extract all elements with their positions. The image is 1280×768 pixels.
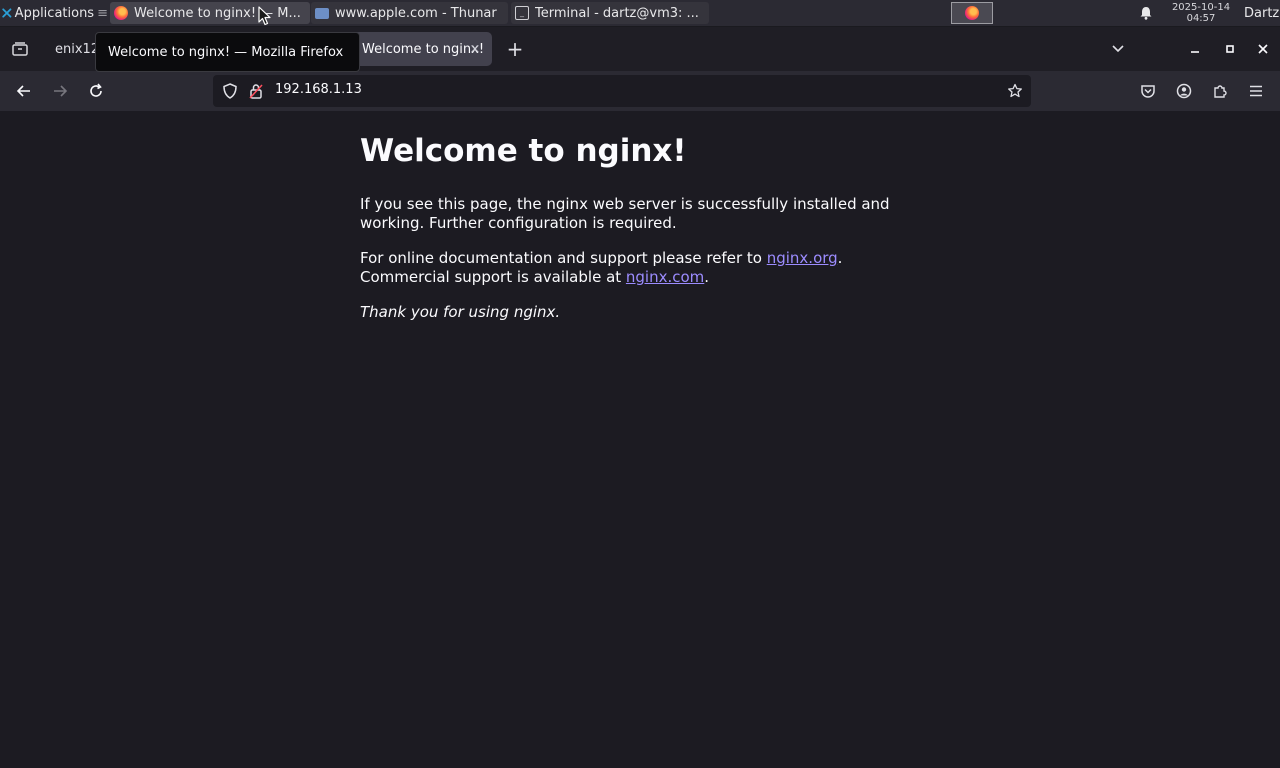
clock-date: 2025-10-14: [1171, 2, 1231, 13]
reload-button[interactable]: [84, 79, 108, 103]
page-viewport: Welcome to nginx! If you see this page, …: [0, 111, 1280, 768]
pocket-button[interactable]: [1136, 79, 1160, 103]
applications-menu-label: Applications: [14, 5, 95, 21]
window-close-button[interactable]: [1252, 37, 1274, 61]
commercial-support-text: Commercial support is available at: [360, 268, 626, 286]
bell-icon: [1140, 7, 1152, 20]
plus-icon: +: [506, 37, 524, 61]
tab-title: enix12: [55, 41, 100, 57]
firefox-icon: [965, 6, 979, 20]
menu-separator-icon: ≡: [97, 5, 108, 21]
puzzle-icon: [1214, 85, 1227, 98]
support-text-period: .: [837, 249, 843, 267]
firefox-icon: [114, 6, 128, 20]
firefox-view-icon: [12, 42, 28, 56]
taskbar-item-label: Welcome to nginx! — M...: [134, 5, 301, 21]
hamburger-menu-icon: [1250, 85, 1262, 97]
arrow-left-icon: [16, 85, 30, 97]
application-menu-button[interactable]: [1244, 79, 1268, 103]
taskbar-item-firefox[interactable]: Welcome to nginx! — M...: [110, 2, 310, 24]
extensions-button[interactable]: [1208, 79, 1232, 103]
tab-tooltip: Welcome to nginx! — Mozilla Firefox: [95, 32, 360, 72]
terminal-icon: _: [515, 6, 529, 20]
reload-icon: [90, 83, 102, 97]
user-menu[interactable]: Dartz: [1244, 0, 1280, 26]
support-paragraph: For online documentation and support ple…: [360, 249, 920, 287]
forward-button[interactable]: [48, 79, 72, 103]
taskbar-item-label: www.apple.com - Thunar: [335, 5, 497, 21]
notifications-button[interactable]: [1137, 0, 1155, 26]
account-icon: [1176, 83, 1192, 99]
url-text[interactable]: 192.168.1.13: [275, 82, 362, 97]
site-security-button[interactable]: [247, 82, 265, 100]
address-bar[interactable]: 192.168.1.13: [213, 75, 1031, 107]
list-all-tabs-button[interactable]: [1106, 37, 1130, 61]
bookmark-button[interactable]: [1005, 81, 1025, 101]
window-maximize-button[interactable]: [1219, 37, 1241, 61]
close-icon: [1258, 44, 1268, 54]
taskbar-item-label: Terminal - dartz@vm3: ...: [535, 5, 699, 21]
tray-firefox-launcher[interactable]: [951, 2, 993, 24]
navigation-toolbar: 192.168.1.13: [0, 71, 1280, 111]
intro-paragraph: If you see this page, the nginx web serv…: [360, 195, 890, 232]
star-icon: [1008, 83, 1022, 98]
pocket-icon: [1141, 85, 1155, 98]
shield-icon: [223, 83, 237, 99]
firefox-view-button[interactable]: [6, 38, 34, 60]
folder-icon: [315, 7, 329, 19]
clock[interactable]: 2025-10-14 04:57: [1166, 0, 1236, 26]
new-tab-button[interactable]: +: [503, 37, 527, 61]
account-button[interactable]: [1172, 79, 1196, 103]
nginx-org-link[interactable]: nginx.org: [767, 249, 838, 267]
taskbar-item-terminal[interactable]: _ Terminal - dartz@vm3: ...: [511, 2, 709, 24]
mouse-cursor-icon: [258, 6, 271, 26]
page-heading: Welcome to nginx!: [360, 133, 687, 169]
window-minimize-button[interactable]: [1184, 37, 1206, 61]
tab-close-button[interactable]: ×: [466, 40, 484, 58]
applications-menu-button[interactable]: Applications ≡: [2, 0, 108, 26]
tracking-protection-button[interactable]: [221, 82, 239, 100]
thank-you-text: Thank you for using nginx.: [360, 303, 561, 321]
maximize-icon: [1226, 45, 1234, 53]
taskbar-item-thunar[interactable]: www.apple.com - Thunar: [311, 2, 508, 24]
chevron-down-icon: [1112, 45, 1124, 53]
page-body: Welcome to nginx! If you see this page, …: [360, 131, 920, 338]
close-icon: ×: [469, 41, 481, 57]
minimize-icon: [1191, 51, 1199, 53]
desktop-taskbar: Applications ≡ Welcome to nginx! — M... …: [0, 0, 1280, 27]
support-text: For online documentation and support ple…: [360, 249, 767, 267]
commercial-support-period: .: [704, 268, 710, 286]
lock-insecure-icon: [249, 84, 263, 99]
xfce-logo-icon: [2, 8, 12, 18]
clock-time: 04:57: [1186, 13, 1216, 24]
nginx-com-link[interactable]: nginx.com: [626, 268, 704, 286]
arrow-right-icon: [54, 85, 68, 97]
back-button[interactable]: [12, 79, 36, 103]
